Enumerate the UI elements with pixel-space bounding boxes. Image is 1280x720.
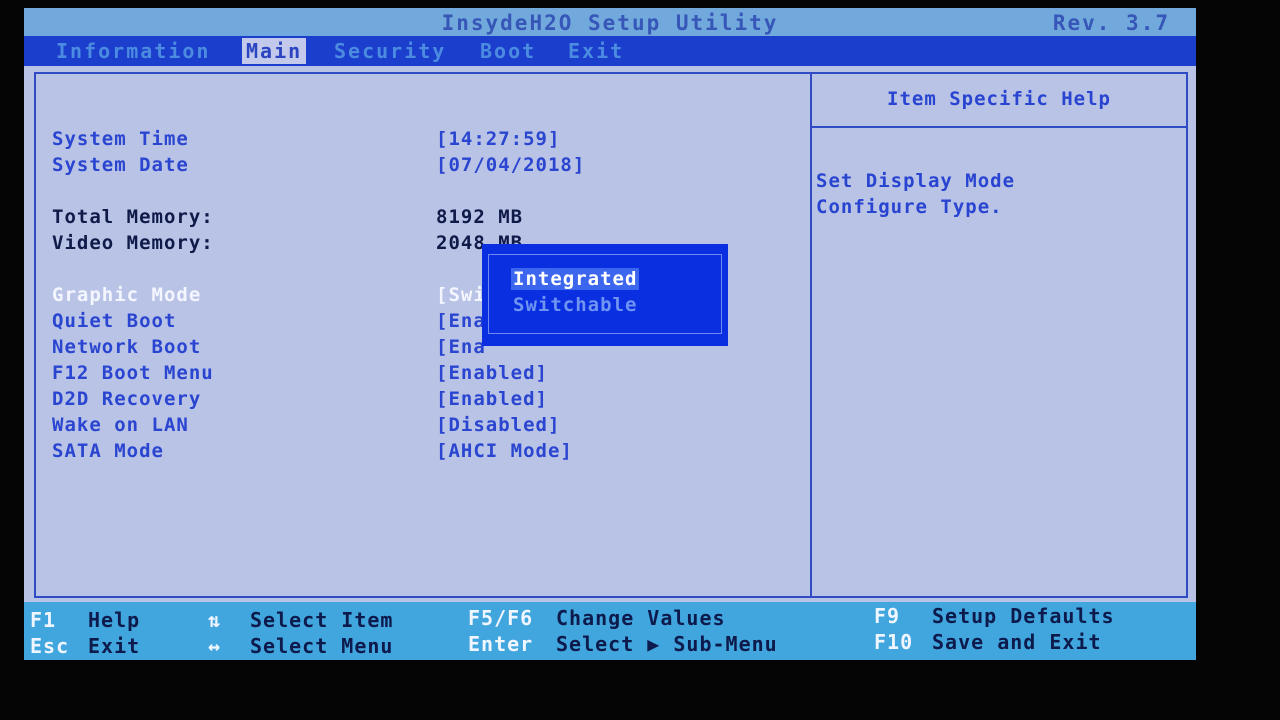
f9-desc: Setup Defaults: [932, 604, 1115, 628]
setting-value[interactable]: [07/04/2018]: [436, 154, 585, 176]
setting-value: 8192 MB: [436, 206, 524, 228]
tab-security[interactable]: Security: [330, 38, 450, 64]
popup-frame: Integrated Switchable: [488, 254, 722, 334]
tab-information[interactable]: Information: [52, 38, 214, 64]
setting-f12-boot-menu[interactable]: F12 Boot Menu [Enabled]: [52, 362, 812, 388]
title-bar: InsydeH2O Setup Utility Rev. 3.7: [24, 8, 1196, 36]
tab-boot[interactable]: Boot: [476, 38, 540, 64]
setting-value[interactable]: [Ena: [436, 310, 486, 332]
setting-label: Graphic Mode: [52, 284, 202, 306]
setting-label: Wake on LAN: [52, 414, 189, 436]
f1-key: F1: [30, 608, 57, 632]
enter-desc: Select ▶ Sub-Menu: [556, 632, 778, 656]
setting-label: Total Memory:: [52, 206, 214, 228]
setting-label: Quiet Boot: [52, 310, 177, 332]
setting-value[interactable]: [Ena: [436, 336, 486, 358]
setting-label: Network Boot: [52, 336, 202, 358]
setting-value[interactable]: [AHCI Mode]: [436, 440, 573, 462]
f1-desc: Help: [88, 608, 141, 632]
setting-value[interactable]: [Enabled]: [436, 388, 548, 410]
option-switchable[interactable]: Switchable: [511, 294, 639, 316]
help-panel: Item Specific Help Set Display Mode Conf…: [810, 72, 1188, 598]
leftright-arrows-icon: ↔: [208, 634, 222, 658]
menu-tab-bar: Information Main Security Boot Exit: [24, 36, 1196, 66]
f10-desc: Save and Exit: [932, 630, 1102, 654]
setting-label: System Date: [52, 154, 189, 176]
setting-label: D2D Recovery: [52, 388, 202, 410]
key-legend-bar: F1 Help Esc Exit ⇅ Select Item ↔ Select …: [24, 602, 1196, 660]
setting-label: Video Memory:: [52, 232, 214, 254]
setting-label: System Time: [52, 128, 189, 150]
setting-value[interactable]: [Disabled]: [436, 414, 560, 436]
setting-value[interactable]: [Swi: [436, 284, 486, 306]
app-title: InsydeH2O Setup Utility: [441, 11, 779, 35]
setting-sata-mode[interactable]: SATA Mode [AHCI Mode]: [52, 440, 812, 466]
help-text-line: Configure Type.: [816, 196, 1003, 218]
info-total-memory: Total Memory: 8192 MB: [52, 206, 812, 232]
help-divider: [812, 126, 1186, 128]
enter-key: Enter: [468, 632, 534, 656]
setting-d2d-recovery[interactable]: D2D Recovery [Enabled]: [52, 388, 812, 414]
bios-screen: InsydeH2O Setup Utility Rev. 3.7 Informa…: [24, 8, 1196, 660]
tab-exit[interactable]: Exit: [564, 38, 628, 64]
setting-system-date[interactable]: System Date [07/04/2018]: [52, 154, 812, 180]
graphic-mode-popup: Integrated Switchable: [482, 244, 728, 346]
leftright-desc: Select Menu: [250, 634, 394, 658]
f5f6-key: F5/F6: [468, 606, 534, 630]
setting-system-time[interactable]: System Time [14:27:59]: [52, 128, 812, 154]
option-integrated[interactable]: Integrated: [511, 268, 640, 290]
setting-value[interactable]: [Enabled]: [436, 362, 548, 384]
tab-main[interactable]: Main: [242, 38, 307, 64]
setting-label: SATA Mode: [52, 440, 164, 462]
esc-desc: Exit: [88, 634, 141, 658]
f5f6-desc: Change Values: [556, 606, 726, 630]
help-title: Item Specific Help: [887, 88, 1111, 110]
esc-key: Esc: [30, 634, 70, 658]
updown-desc: Select Item: [250, 608, 394, 632]
updown-arrows-icon: ⇅: [208, 608, 222, 632]
setting-label: F12 Boot Menu: [52, 362, 214, 384]
setting-wake-on-lan[interactable]: Wake on LAN [Disabled]: [52, 414, 812, 440]
setting-value[interactable]: [14:27:59]: [436, 128, 560, 150]
f10-key: F10: [874, 630, 914, 654]
revision-label: Rev. 3.7: [1052, 11, 1170, 35]
f9-key: F9: [874, 604, 901, 628]
help-text-line: Set Display Mode: [816, 170, 1016, 192]
